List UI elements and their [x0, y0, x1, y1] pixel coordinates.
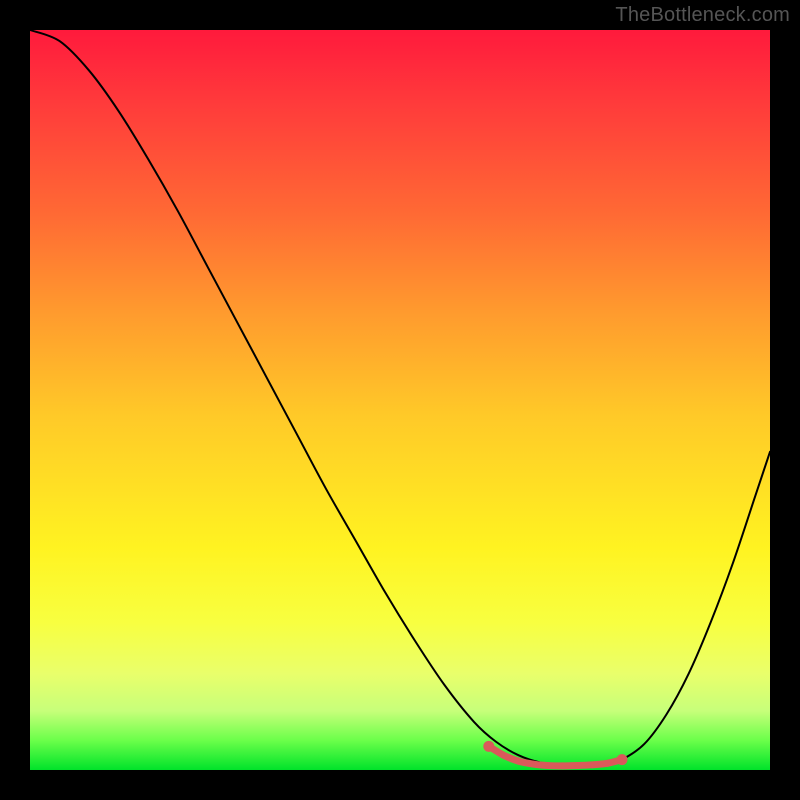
optimal-range-marker — [604, 760, 611, 767]
optimal-range-marker — [545, 762, 552, 769]
optimal-range-marker — [483, 741, 494, 752]
chart-svg — [30, 30, 770, 770]
optimal-range-marker — [500, 752, 507, 759]
optimal-range-marker — [515, 758, 522, 765]
optimal-range-marker — [559, 762, 566, 769]
watermark-text: TheBottleneck.com — [615, 4, 790, 27]
plot-area — [30, 30, 770, 770]
optimal-range-marker — [617, 754, 628, 765]
optimal-range-marker — [530, 761, 537, 768]
optimal-range-marker — [589, 761, 596, 768]
bottleneck-curve — [30, 30, 770, 766]
chart-frame: TheBottleneck.com — [0, 0, 800, 800]
optimal-range-marker — [574, 762, 581, 769]
